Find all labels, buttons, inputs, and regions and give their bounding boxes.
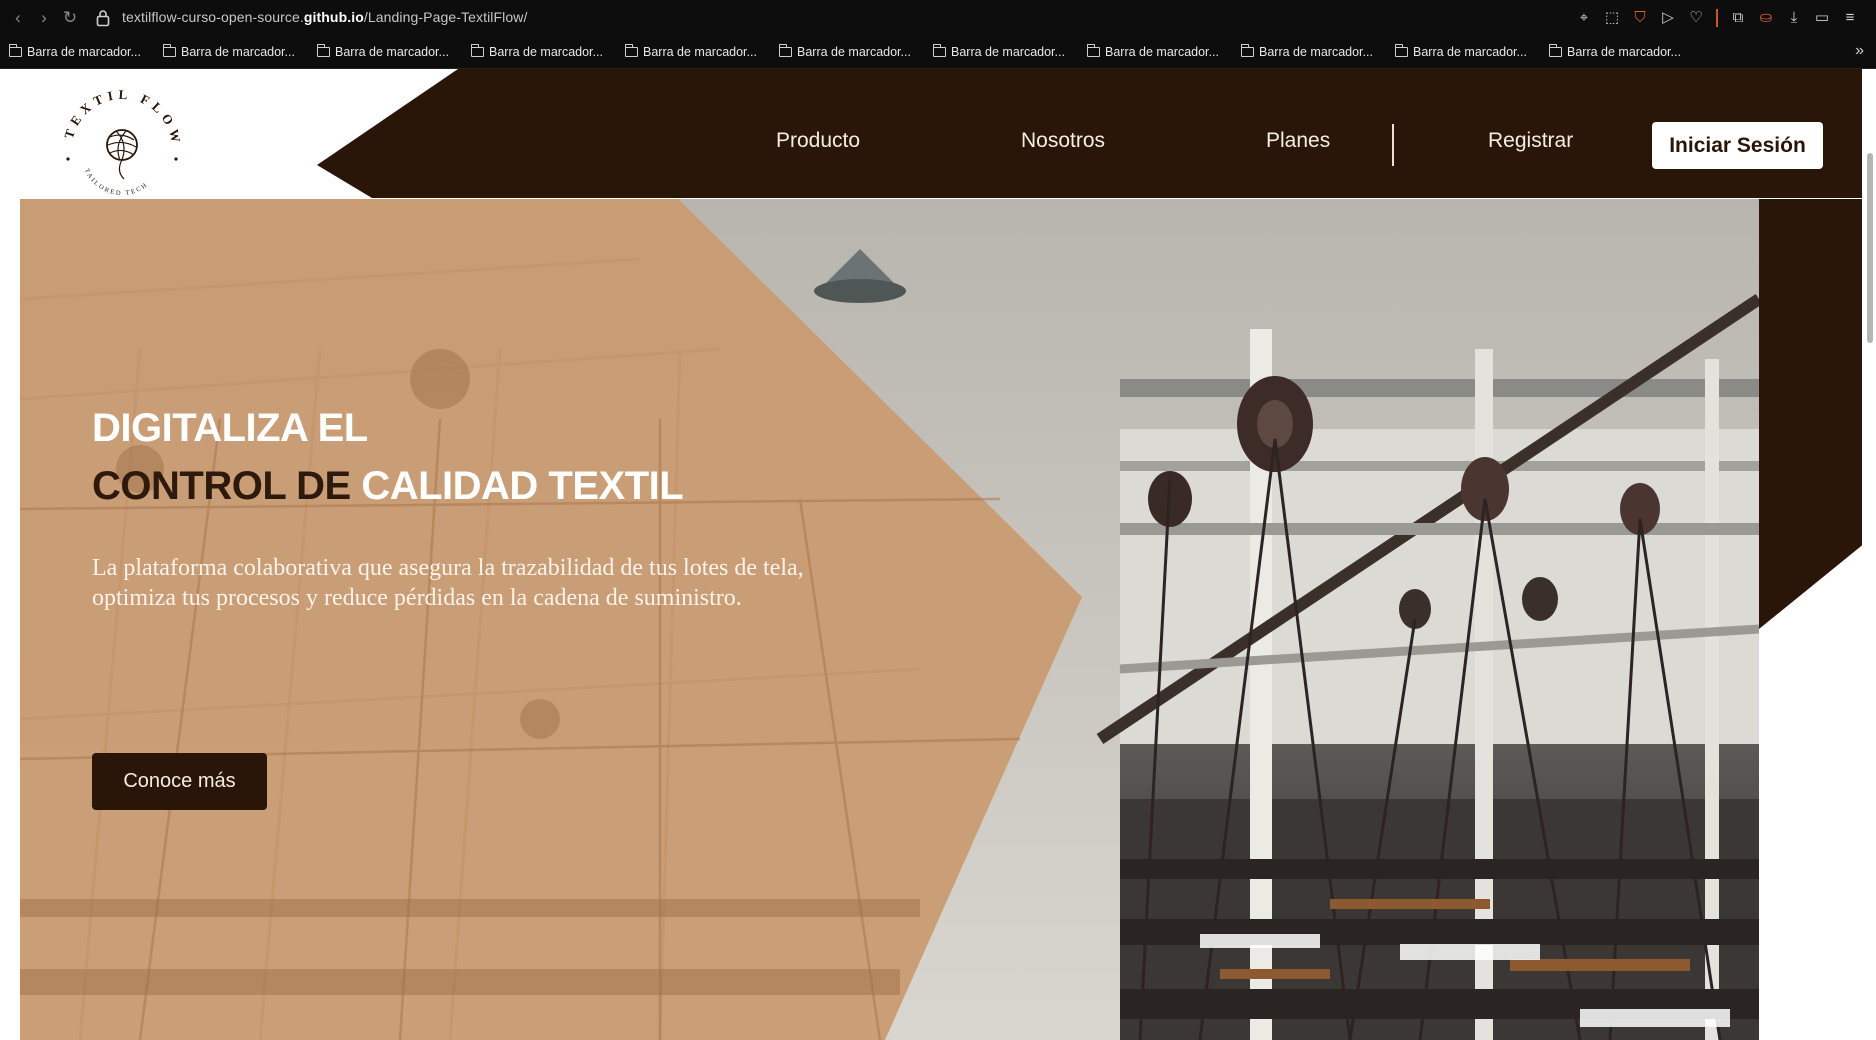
bookmark-label: Barra de marcador... <box>335 45 449 59</box>
extension-toolbar: ⌖ ⬚ ⛉ ▷ ♡ ⧉ ⛀ ⤓ ▭ ≡ <box>1574 8 1860 28</box>
bookmark-label: Barra de marcador... <box>489 45 603 59</box>
folder-icon <box>1394 44 1408 57</box>
folder-icon <box>8 44 22 57</box>
folder-icon <box>162 44 176 57</box>
back-icon[interactable]: ‹ <box>8 8 28 28</box>
screenshot-icon[interactable]: ⬚ <box>1602 8 1622 28</box>
headline-line-1: DIGITALIZA EL <box>92 406 368 450</box>
bookmark-label: Barra de marcador... <box>181 45 295 59</box>
hero-subtitle: La plataforma colaborativa que asegura l… <box>92 555 804 611</box>
folder-icon <box>932 44 946 57</box>
folder-icon <box>316 44 330 57</box>
hero-image <box>20 199 1759 1040</box>
hero-headline: DIGITALIZA EL CONTROL DE CALIDAD TEXTIL <box>92 399 684 515</box>
bookmarks-overflow-icon[interactable]: » <box>1855 42 1864 60</box>
bookmarks-bar: Barra de marcador... Barra de marcador..… <box>0 36 1876 69</box>
bookmark-label: Barra de marcador... <box>1413 45 1527 59</box>
login-button[interactable]: Iniciar Sesión <box>1652 122 1823 169</box>
landing-page: TEXTIL FLOW TAILORED TECH Producto Nosot… <box>0 69 1876 1040</box>
bookmark-item[interactable]: Barra de marcador... <box>932 43 1065 61</box>
lock-icon <box>96 10 110 27</box>
menu-icon[interactable]: ≡ <box>1840 8 1860 28</box>
shield-icon[interactable]: ⛉ <box>1630 8 1650 28</box>
battery-icon[interactable]: ▭ <box>1812 8 1832 28</box>
download-icon[interactable]: ⤓ <box>1784 8 1804 28</box>
folder-icon <box>624 44 638 57</box>
headline-dark-part: CONTROL DE <box>92 464 362 508</box>
bookmark-item[interactable]: Barra de marcador... <box>624 43 757 61</box>
folder-icon <box>1548 44 1562 57</box>
nav-producto[interactable]: Producto <box>776 129 860 153</box>
learn-more-button[interactable]: Conoce más <box>92 753 267 810</box>
account-icon[interactable]: ⛀ <box>1756 8 1776 28</box>
hero-section <box>20 199 1759 1040</box>
bookmark-item[interactable]: Barra de marcador... <box>8 43 141 61</box>
bookmark-label: Barra de marcador... <box>1567 45 1681 59</box>
heart-icon[interactable]: ♡ <box>1686 8 1706 28</box>
scrollbar-thumb[interactable] <box>1867 153 1873 343</box>
bookmark-label: Barra de marcador... <box>643 45 757 59</box>
nav-planes[interactable]: Planes <box>1266 129 1330 153</box>
header-background <box>0 69 1876 198</box>
play-icon[interactable]: ▷ <box>1658 8 1678 28</box>
reload-icon[interactable]: ↻ <box>60 8 80 28</box>
toolbar-divider <box>1716 9 1718 27</box>
textil-flow-logo[interactable]: TEXTIL FLOW TAILORED TECH <box>58 85 186 197</box>
folder-icon <box>1240 44 1254 57</box>
right-edge-decoration <box>1759 199 1876 1040</box>
bookmark-item[interactable]: Barra de marcador... <box>1086 43 1219 61</box>
bookmark-item[interactable]: Barra de marcador... <box>1240 43 1373 61</box>
browser-toolbar: ‹ › ↻ textilflow-curso-open-source.githu… <box>0 0 1876 36</box>
bookmark-item[interactable]: Barra de marcador... <box>778 43 911 61</box>
pin-icon[interactable]: ⌖ <box>1574 8 1594 28</box>
bookmark-label: Barra de marcador... <box>27 45 141 59</box>
nav-registrar[interactable]: Registrar <box>1488 129 1573 153</box>
bookmark-label: Barra de marcador... <box>1259 45 1373 59</box>
bookmark-label: Barra de marcador... <box>1105 45 1219 59</box>
bookmark-item[interactable]: Barra de marcador... <box>316 43 449 61</box>
folder-icon <box>1086 44 1100 57</box>
address-bar[interactable]: textilflow-curso-open-source.github.io/L… <box>122 9 527 25</box>
puzzle-icon[interactable]: ⧉ <box>1728 8 1748 28</box>
bookmark-item[interactable]: Barra de marcador... <box>1394 43 1527 61</box>
page-scrollbar[interactable] <box>1862 69 1876 1040</box>
bookmark-label: Barra de marcador... <box>797 45 911 59</box>
headline-light-part: CALIDAD TEXTIL <box>361 464 684 508</box>
folder-icon <box>778 44 792 57</box>
nav-divider <box>1392 124 1394 166</box>
svg-text:TEXTIL FLOW: TEXTIL FLOW <box>61 87 184 149</box>
bookmark-item[interactable]: Barra de marcador... <box>470 43 603 61</box>
nav-nosotros[interactable]: Nosotros <box>1021 129 1105 153</box>
folder-icon <box>470 44 484 57</box>
bookmark-item[interactable]: Barra de marcador... <box>162 43 295 61</box>
bookmark-item[interactable]: Barra de marcador... <box>1548 43 1681 61</box>
bookmark-label: Barra de marcador... <box>951 45 1065 59</box>
forward-icon[interactable]: › <box>34 8 54 28</box>
svg-text:TAILORED TECH: TAILORED TECH <box>83 168 150 197</box>
